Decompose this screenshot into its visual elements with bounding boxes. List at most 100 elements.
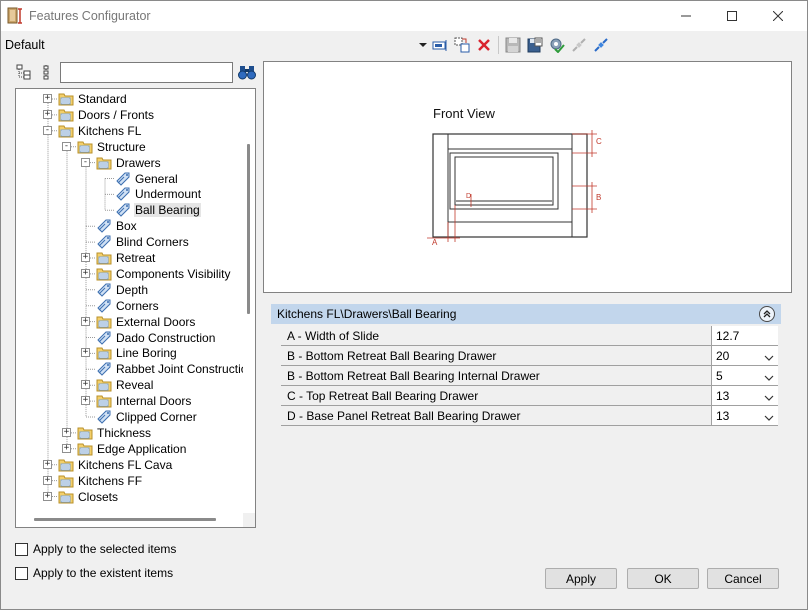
rename-button[interactable] xyxy=(429,34,451,56)
ok-button[interactable]: OK xyxy=(627,568,699,589)
save-button[interactable] xyxy=(502,34,524,56)
folder-icon xyxy=(95,266,113,282)
maximize-button[interactable] xyxy=(709,1,755,31)
expand-tree-button[interactable] xyxy=(14,62,34,82)
apply-existent-option[interactable]: Apply to the existent items xyxy=(15,565,173,581)
tree-node-label: Standard xyxy=(78,92,127,106)
collapse-tree-button[interactable] xyxy=(36,62,56,82)
expand-node-button[interactable]: + xyxy=(62,427,71,437)
close-window-button[interactable] xyxy=(755,1,801,31)
tree-node[interactable]: Dado Construction xyxy=(95,330,216,346)
tree-node[interactable]: Blind Corners xyxy=(95,234,190,250)
copy-button[interactable] xyxy=(451,34,473,56)
tree-node[interactable]: Clipped Corner xyxy=(95,409,198,425)
expand-node-button[interactable]: + xyxy=(81,268,90,278)
property-select[interactable]: 13 xyxy=(711,386,778,405)
window-title: Features Configurator xyxy=(29,9,151,23)
folder-icon xyxy=(76,441,94,457)
tree-vertical-scrollbar[interactable] xyxy=(243,89,255,511)
delete-button[interactable] xyxy=(473,34,495,56)
chevron-down-icon[interactable] xyxy=(764,351,774,365)
folder-icon xyxy=(57,489,75,505)
expand-node-button[interactable]: + xyxy=(81,380,90,390)
tree-node[interactable]: Edge Application xyxy=(76,441,187,457)
property-label: B - Bottom Retreat Ball Bearing Internal… xyxy=(287,369,540,383)
tree-node[interactable]: Reveal xyxy=(95,377,154,393)
tree-node[interactable]: Structure xyxy=(76,139,147,155)
expand-node-button[interactable]: + xyxy=(81,253,90,262)
tree-node[interactable]: Line Boring xyxy=(95,345,178,361)
expand-node-button[interactable]: + xyxy=(43,475,52,485)
tree-horizontal-scroll-thumb[interactable] xyxy=(34,518,216,521)
property-select[interactable]: 20 xyxy=(711,346,778,365)
save-icon xyxy=(505,37,521,53)
toolbar-separator xyxy=(498,36,499,54)
tree-node[interactable]: Retreat xyxy=(95,250,156,266)
tree-node[interactable]: Kitchens FL Cava xyxy=(57,457,173,473)
tree-node[interactable]: Internal Doors xyxy=(95,393,192,409)
tag-icon xyxy=(95,282,113,298)
chevron-down-icon[interactable] xyxy=(764,371,774,385)
expand-node-button[interactable]: + xyxy=(81,396,90,406)
folder-icon xyxy=(95,345,113,361)
preset-dropdown-button[interactable] xyxy=(417,34,429,56)
apply-button[interactable]: Apply xyxy=(545,568,617,589)
preview-panel: Front View C B A D xyxy=(263,61,792,293)
double-chevron-up-icon xyxy=(763,310,771,318)
collapse-node-button[interactable]: - xyxy=(43,125,52,135)
tree-node[interactable]: Thickness xyxy=(76,425,152,441)
cancel-button[interactable]: Cancel xyxy=(707,568,779,589)
tree-node-label: Corners xyxy=(116,298,159,313)
property-select[interactable]: 13 xyxy=(711,406,778,425)
collapse-button[interactable] xyxy=(759,306,775,322)
minimize-button[interactable] xyxy=(663,1,709,31)
tree-node[interactable]: Standard xyxy=(57,91,128,107)
apply-selected-option[interactable]: Apply to the selected items xyxy=(15,541,176,557)
tag-icon xyxy=(95,361,113,377)
tree-node[interactable]: Ball Bearing xyxy=(114,202,201,218)
tree-horizontal-scrollbar[interactable] xyxy=(16,513,244,527)
find-button[interactable] xyxy=(237,62,257,82)
tree-node[interactable]: Box xyxy=(95,218,138,234)
expand-node-button[interactable]: + xyxy=(81,348,90,358)
save-as-button[interactable] xyxy=(524,34,546,56)
connect-button[interactable] xyxy=(590,34,612,56)
tree-node[interactable]: Components Visibility xyxy=(95,266,232,282)
property-select[interactable]: 5 xyxy=(711,366,778,385)
collapse-node-button[interactable]: - xyxy=(62,141,71,151)
tree-node[interactable]: Rabbet Joint Construction xyxy=(95,361,255,377)
tree-node[interactable]: Undermount xyxy=(114,186,202,202)
apply-existent-checkbox[interactable] xyxy=(15,566,28,580)
tree-vertical-scroll-thumb[interactable] xyxy=(247,144,250,314)
chevron-down-icon[interactable] xyxy=(764,391,774,405)
tag-icon xyxy=(114,202,132,218)
tree-search-input[interactable] xyxy=(60,62,233,83)
expand-node-button[interactable]: + xyxy=(43,109,52,119)
property-input[interactable]: 12.7 xyxy=(711,326,778,345)
tag-icon xyxy=(95,298,113,314)
tree-node[interactable]: Drawers xyxy=(95,155,162,171)
features-tree[interactable]: Standard + Doors / Fronts + Kitchens FL - Stru… xyxy=(15,88,256,528)
disconnect-button[interactable] xyxy=(568,34,590,56)
tree-node[interactable]: General xyxy=(114,171,179,187)
expand-node-button[interactable]: + xyxy=(62,443,71,453)
minimize-icon xyxy=(681,15,691,17)
plug-disconnect-icon xyxy=(572,38,586,52)
chevron-down-icon[interactable] xyxy=(764,411,774,425)
expand-node-button[interactable]: + xyxy=(43,491,52,501)
tree-node[interactable]: Doors / Fronts xyxy=(57,107,155,123)
tree-node[interactable]: Kitchens FL xyxy=(57,123,142,139)
apply-settings-button[interactable] xyxy=(546,34,568,56)
tree-node[interactable]: Closets xyxy=(57,489,119,505)
front-view-drawing: Front View C B A D xyxy=(427,106,602,247)
apply-selected-checkbox[interactable] xyxy=(15,542,28,556)
tree-node[interactable]: Depth xyxy=(95,282,149,298)
tag-icon xyxy=(95,234,113,250)
tree-node[interactable]: Kitchens FF xyxy=(57,473,143,489)
expand-node-button[interactable]: + xyxy=(81,316,90,326)
collapse-node-button[interactable]: - xyxy=(81,157,90,167)
expand-node-button[interactable]: + xyxy=(43,459,52,469)
expand-node-button[interactable]: + xyxy=(43,94,52,103)
tree-node[interactable]: Corners xyxy=(95,298,160,314)
tree-node[interactable]: External Doors xyxy=(95,314,196,330)
